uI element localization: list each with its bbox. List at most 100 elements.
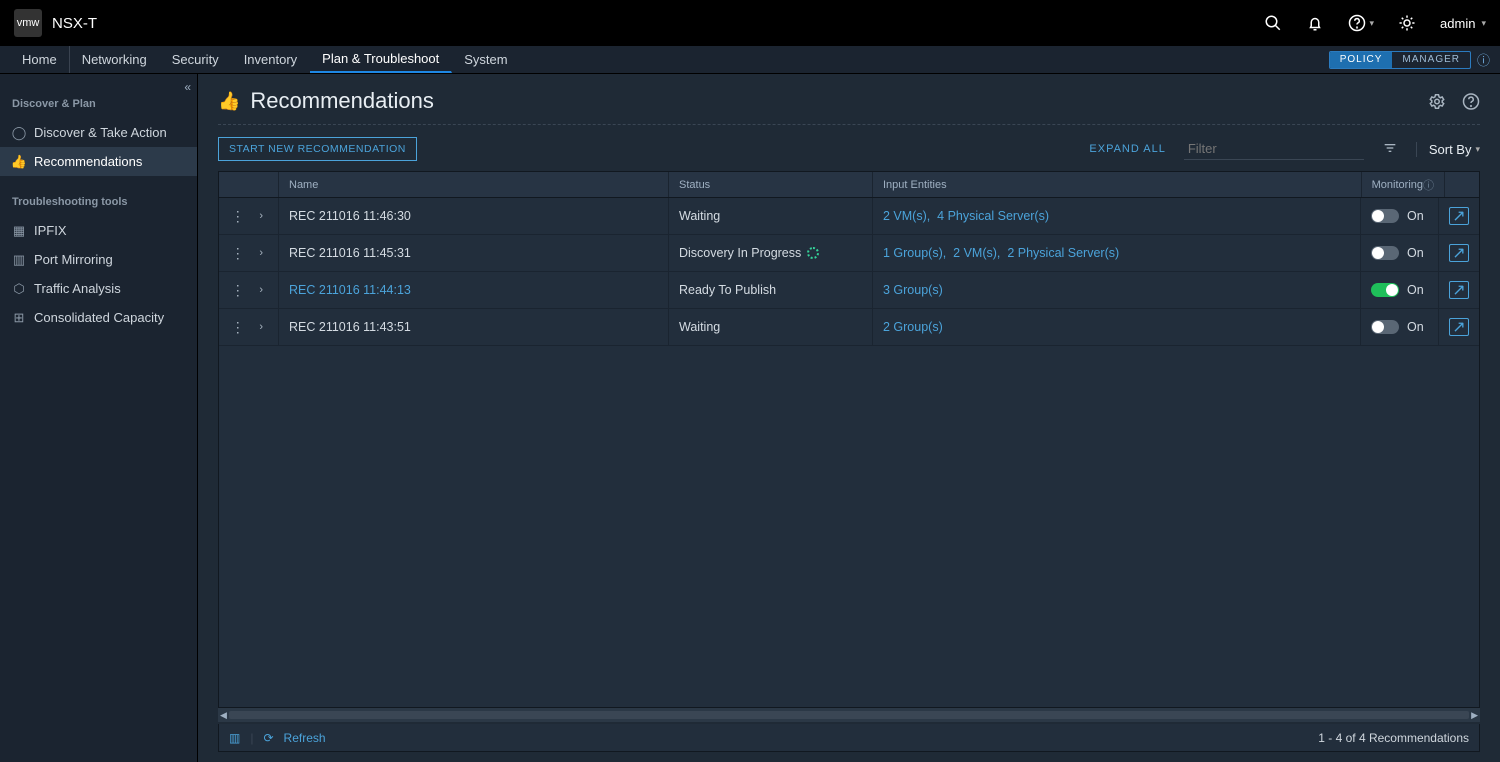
row-status: Discovery In Progress	[669, 235, 873, 271]
row-menu-icon[interactable]: ⋮	[229, 208, 246, 225]
row-expand-icon[interactable]: ›	[254, 284, 268, 296]
monitoring-label: On	[1407, 209, 1424, 223]
monitoring-toggle[interactable]	[1371, 246, 1399, 260]
scroll-left-icon[interactable]: ◀	[220, 710, 227, 721]
row-expand-icon[interactable]: ›	[254, 210, 268, 222]
help-icon[interactable]	[1462, 90, 1480, 113]
view-topology-icon[interactable]: ↗	[1449, 207, 1469, 225]
sidebar-item-recommendations[interactable]: 👍 Recommendations	[0, 147, 197, 176]
table-row: ⋮ › REC 211016 11:44:13 Ready To Publish 3 G…	[219, 272, 1479, 309]
sidebar-icon: ⬡	[12, 282, 26, 296]
filter-icon[interactable]	[1382, 140, 1398, 159]
sidebar-icon: 👍	[12, 155, 26, 169]
sidebar-item-label: Port Mirroring	[34, 252, 113, 267]
row-name: REC 211016 11:45:31	[289, 246, 411, 260]
info-icon[interactable]: ⓘ	[1477, 50, 1490, 69]
sidebar-icon: ▦	[12, 224, 26, 238]
mode-manager[interactable]: MANAGER	[1392, 52, 1470, 68]
col-status[interactable]: Status	[669, 172, 873, 197]
nav-tab-plan-troubleshoot[interactable]: Plan & Troubleshoot	[310, 46, 452, 73]
spinner-icon	[807, 247, 819, 259]
sidebar-item-traffic-analysis[interactable]: ⬡ Traffic Analysis	[0, 274, 197, 303]
collapse-sidebar-icon[interactable]: «	[184, 80, 191, 94]
row-status: Waiting	[669, 309, 873, 345]
row-entities-link[interactable]: 2 Group(s)	[883, 320, 943, 334]
theme-icon[interactable]	[1398, 14, 1416, 32]
filter-input[interactable]	[1184, 138, 1364, 160]
row-expand-icon[interactable]: ›	[254, 247, 268, 259]
monitoring-label: On	[1407, 283, 1424, 297]
sidebar-item-consolidated-capacity[interactable]: ⊞ Consolidated Capacity	[0, 303, 197, 332]
start-recommendation-button[interactable]: START NEW RECOMMENDATION	[218, 137, 417, 161]
scroll-right-icon[interactable]: ▶	[1471, 710, 1478, 721]
chevron-down-icon: ▾	[1481, 18, 1486, 29]
row-status: Ready To Publish	[669, 272, 873, 308]
columns-icon[interactable]: ▥	[229, 731, 240, 745]
sidebar-section-troubleshoot: Troubleshooting tools	[0, 176, 197, 216]
sort-by-button[interactable]: Sort By ▾	[1416, 142, 1480, 157]
user-label: admin	[1440, 16, 1475, 31]
scroll-track[interactable]	[229, 711, 1469, 719]
help-menu[interactable]: ▾	[1348, 14, 1375, 32]
sidebar-icon: ▥	[12, 253, 26, 267]
sidebar-item-label: Recommendations	[34, 154, 142, 169]
nav-tab-system[interactable]: System	[452, 46, 520, 73]
recommendations-icon: 👍	[218, 91, 240, 112]
mode-policy[interactable]: POLICY	[1330, 52, 1393, 68]
main-area: 👍 Recommendations START NEW RECOMMENDATI…	[198, 74, 1500, 762]
view-topology-icon[interactable]: ↗	[1449, 281, 1469, 299]
chevron-down-icon: ▾	[1475, 144, 1480, 155]
row-menu-icon[interactable]: ⋮	[229, 319, 246, 336]
nav-tab-security[interactable]: Security	[160, 46, 232, 73]
mode-switch[interactable]: POLICY MANAGER	[1329, 51, 1471, 69]
toolbar: START NEW RECOMMENDATION EXPAND ALL Sort…	[198, 137, 1500, 171]
topbar: vmw NSX-T ▾ admin ▾	[0, 0, 1500, 46]
monitoring-toggle[interactable]	[1371, 209, 1399, 223]
search-icon[interactable]	[1264, 14, 1282, 32]
sidebar-icon: ⊞	[12, 311, 26, 325]
row-entities-link[interactable]: 1 Group(s), 2 VM(s), 2 Physical Server(s…	[883, 246, 1119, 260]
view-topology-icon[interactable]: ↗	[1449, 318, 1469, 336]
row-count: 1 - 4 of 4 Recommendations	[1318, 731, 1469, 745]
row-entities-link[interactable]: 3 Group(s)	[883, 283, 943, 297]
nav-tab-networking[interactable]: Networking	[70, 46, 160, 73]
row-menu-icon[interactable]: ⋮	[229, 245, 246, 262]
col-name[interactable]: Name	[279, 172, 669, 197]
info-icon[interactable]: ⓘ	[1423, 177, 1434, 193]
sidebar-item-label: Traffic Analysis	[34, 281, 121, 296]
view-topology-icon[interactable]: ↗	[1449, 244, 1469, 262]
user-menu[interactable]: admin ▾	[1440, 16, 1486, 31]
table-header: Name Status Input Entities Monitoringⓘ	[219, 172, 1479, 198]
horizontal-scrollbar[interactable]: ◀ ▶	[218, 708, 1480, 722]
refresh-link[interactable]: Refresh	[284, 731, 326, 745]
nav-tab-home[interactable]: Home	[10, 46, 70, 73]
expand-all-link[interactable]: EXPAND ALL	[1089, 143, 1165, 155]
monitoring-toggle[interactable]	[1371, 283, 1399, 297]
nav-row: HomeNetworkingSecurityInventoryPlan & Tr…	[0, 46, 1500, 74]
col-entities[interactable]: Input Entities	[873, 172, 1362, 197]
sidebar-item-label: Consolidated Capacity	[34, 310, 164, 325]
monitoring-label: On	[1407, 320, 1424, 334]
help-icon	[1348, 14, 1366, 32]
mode-switch-group: POLICY MANAGER ⓘ	[1329, 50, 1490, 69]
row-entities-link[interactable]: 2 VM(s), 4 Physical Server(s)	[883, 209, 1049, 223]
nav-tab-inventory[interactable]: Inventory	[232, 46, 310, 73]
sidebar-item-label: IPFIX	[34, 223, 67, 238]
row-name: REC 211016 11:46:30	[289, 209, 411, 223]
bell-icon[interactable]	[1306, 14, 1324, 32]
table-footer: ▥ | ⟳ Refresh 1 - 4 of 4 Recommendations	[218, 724, 1480, 752]
row-name[interactable]: REC 211016 11:44:13	[289, 283, 411, 297]
sidebar-item-ipfix[interactable]: ▦ IPFIX	[0, 216, 197, 245]
recommendations-table: Name Status Input Entities Monitoringⓘ ⋮…	[218, 171, 1480, 708]
brand-name: NSX-T	[52, 15, 97, 32]
row-status: Waiting	[669, 198, 873, 234]
row-menu-icon[interactable]: ⋮	[229, 282, 246, 299]
sidebar-item-port-mirroring[interactable]: ▥ Port Mirroring	[0, 245, 197, 274]
sidebar-item-discover-take-action[interactable]: ◯Discover & Take Action	[0, 118, 197, 147]
refresh-icon[interactable]: ⟳	[263, 731, 273, 745]
row-expand-icon[interactable]: ›	[254, 321, 268, 333]
col-monitoring[interactable]: Monitoringⓘ	[1362, 172, 1445, 197]
settings-icon[interactable]	[1428, 90, 1446, 113]
table-row: ⋮ › REC 211016 11:46:30 Waiting 2 VM(s), 4 P…	[219, 198, 1479, 235]
monitoring-toggle[interactable]	[1371, 320, 1399, 334]
